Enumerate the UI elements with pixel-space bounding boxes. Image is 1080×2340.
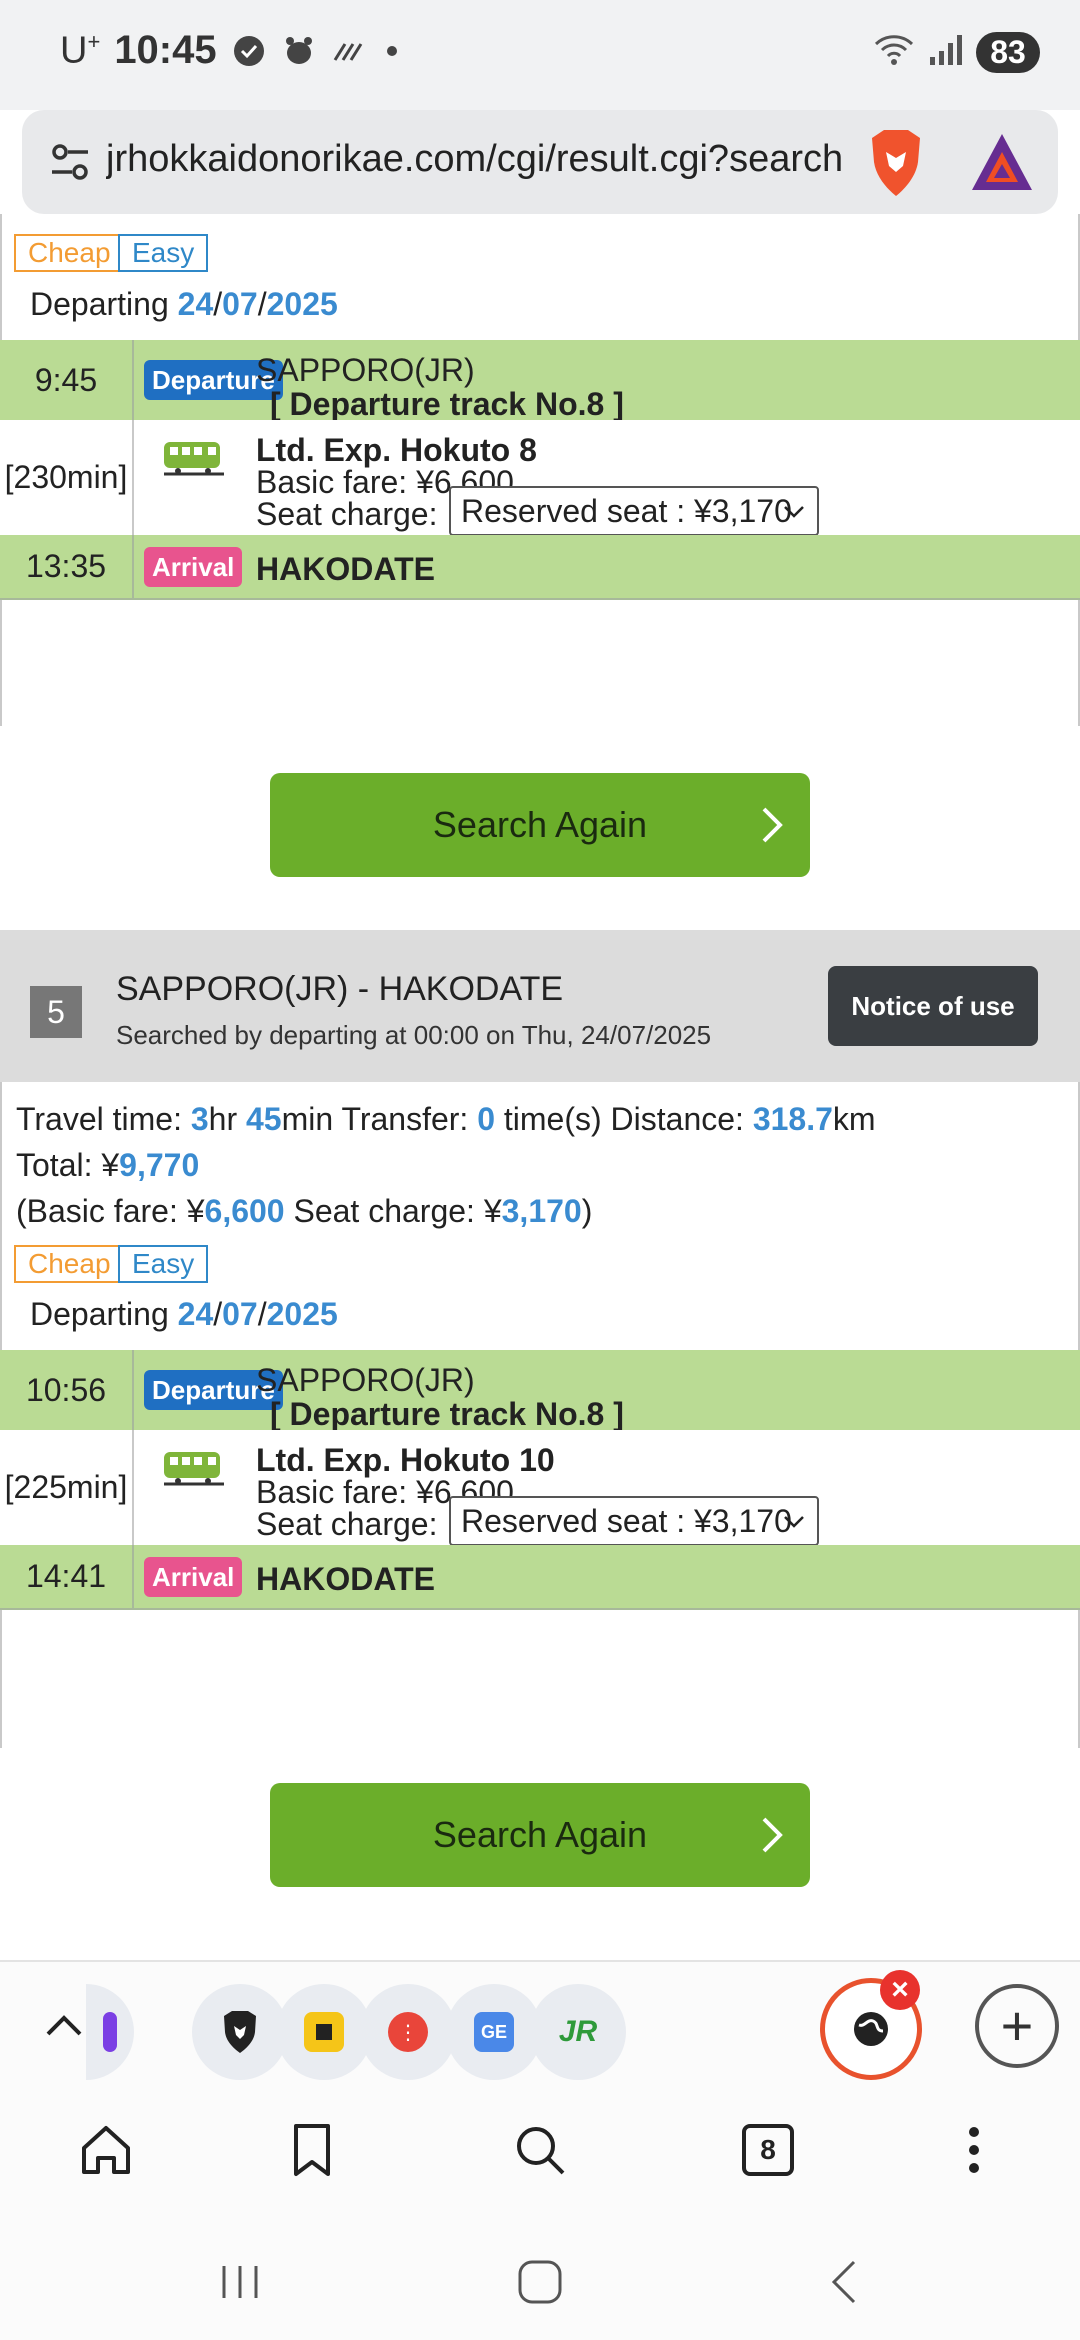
- carrier: U+: [60, 28, 101, 72]
- battery-indicator: 83: [976, 32, 1040, 73]
- arrival-station: HAKODATE: [256, 551, 435, 587]
- brave-lion-icon: [224, 2011, 256, 2053]
- results-content: Cheap Easy Departing 24/07/2025 9:45 Dep…: [0, 214, 1080, 1960]
- fare-breakdown: (Basic fare: ¥6,600 Seat charge: ¥3,170): [16, 1193, 593, 1229]
- stripes-icon: [331, 33, 367, 69]
- close-tab-icon[interactable]: ×: [880, 1970, 920, 2010]
- departure-time: 9:45: [0, 340, 134, 420]
- departure-track: [ Departure track No.8 ]: [270, 386, 624, 422]
- train-row: [230min] Ltd. Exp. Hokuto 8 Basic fare: …: [0, 420, 1080, 536]
- tag-cheap: Cheap: [14, 234, 125, 272]
- brave-rewards-icon[interactable]: [968, 130, 1036, 194]
- route-title: SAPPORO(JR) - HAKODATE: [116, 970, 564, 1008]
- status-left: U+ 10:45: [60, 28, 397, 73]
- tab-count: 8: [742, 2124, 794, 2176]
- result-number: 5: [30, 986, 82, 1038]
- tag-easy: Easy: [118, 234, 209, 272]
- red-app-icon: ⋮: [388, 2012, 428, 2052]
- search-icon[interactable]: [510, 2120, 570, 2180]
- chevron-right-icon: [762, 807, 783, 843]
- globe-icon: [854, 2012, 888, 2046]
- tab-switcher-button[interactable]: 8: [738, 2120, 798, 2180]
- search-again-button[interactable]: Search Again: [270, 1783, 810, 1887]
- search-again-button[interactable]: Search Again: [270, 773, 810, 877]
- arrival-row: 14:41 Arrival HAKODATE: [0, 1545, 1080, 1610]
- more-menu-icon[interactable]: [944, 2120, 1004, 2180]
- yellow-app-icon: [304, 2012, 344, 2052]
- departure-track: [ Departure track No.8 ]: [270, 1396, 624, 1432]
- departure-station: SAPPORO(JR): [256, 352, 475, 388]
- seat-charge-label: Seat charge:: [256, 496, 438, 532]
- bug-icon: [281, 33, 317, 69]
- status-bar: U+ 10:45 83: [0, 0, 1080, 110]
- site-settings-icon[interactable]: [46, 138, 94, 186]
- travel-line: Travel time: 3hr 45min Transfer: 0 time(…: [16, 1101, 876, 1137]
- bookmark-icon[interactable]: [282, 2120, 342, 2180]
- system-nav-bar: [0, 2210, 1080, 2340]
- tab-favicon: [103, 2012, 117, 2052]
- arrival-time: 13:35: [0, 535, 134, 598]
- departure-row: 9:45 Departure SAPPORO(JR) [ Departure t…: [0, 340, 1080, 422]
- jr-logo-icon: JR: [558, 2015, 598, 2048]
- wifi-icon: [872, 32, 916, 73]
- tab-jr[interactable]: JR: [530, 1984, 626, 2080]
- departing-date: Departing 24/07/2025: [30, 1296, 338, 1332]
- signal-icon: [928, 33, 964, 72]
- duration: [230min]: [0, 420, 134, 535]
- recent-apps-icon[interactable]: [210, 2252, 270, 2312]
- chevron-right-icon: [762, 1817, 783, 1853]
- departure-station: SAPPORO(JR): [256, 1362, 475, 1398]
- train-icon: [162, 1448, 226, 1492]
- home-icon[interactable]: [76, 2120, 136, 2180]
- chevron-up-icon[interactable]: [42, 2004, 86, 2048]
- duration: [225min]: [0, 1430, 134, 1545]
- seat-charge-select[interactable]: Reserved seat : ¥3,170: [449, 486, 819, 536]
- travel-summary: Travel time: 3hr 45min Transfer: 0 time(…: [16, 1096, 876, 1234]
- arrival-badge: Arrival: [144, 547, 243, 587]
- departing-date: Departing 24/07/2025: [30, 286, 338, 322]
- arrival-time: 14:41: [0, 1545, 134, 1608]
- result-header-5: 5 SAPPORO(JR) - HAKODATE Searched by dep…: [0, 930, 1080, 1082]
- check-circle-icon: [231, 33, 267, 69]
- browser-toolbar: 8: [0, 2090, 1080, 2210]
- chevron-down-icon: [784, 1516, 804, 1528]
- tag-easy: Easy: [118, 1245, 209, 1283]
- chevron-down-icon: [784, 506, 804, 518]
- total-line: Total: ¥9,770: [16, 1147, 200, 1183]
- tab-partial[interactable]: [86, 1984, 134, 2080]
- departure-row: 10:56 Departure SAPPORO(JR) [ Departure …: [0, 1350, 1080, 1432]
- new-tab-button[interactable]: +: [975, 1984, 1059, 2068]
- tab-strip: ⋮ GE JR × +: [0, 1960, 1080, 2090]
- departure-time: 10:56: [0, 1350, 134, 1430]
- home-nav-icon[interactable]: [510, 2252, 570, 2312]
- arrival-row: 13:35 Arrival HAKODATE: [0, 535, 1080, 600]
- status-time: 10:45: [114, 28, 217, 72]
- arrival-station: HAKODATE: [256, 1561, 435, 1597]
- seat-charge-select[interactable]: Reserved seat : ¥3,170: [449, 1496, 819, 1546]
- ge-app-icon: GE: [474, 2012, 514, 2052]
- notice-of-use-button[interactable]: Notice of use: [828, 966, 1038, 1046]
- tab-brave[interactable]: [192, 1984, 288, 2080]
- notification-dot: [386, 45, 397, 56]
- seat-charge-label: Seat charge:: [256, 1506, 438, 1542]
- tab-app-2[interactable]: [276, 1984, 372, 2080]
- tab-app-3[interactable]: ⋮: [360, 1984, 456, 2080]
- tag-cheap: Cheap: [14, 1245, 125, 1283]
- tab-app-4[interactable]: GE: [446, 1984, 542, 2080]
- status-right: 83: [872, 32, 1040, 73]
- searched-by: Searched by departing at 00:00 on Thu, 2…: [116, 1020, 712, 1050]
- train-row: [225min] Ltd. Exp. Hokuto 10 Basic fare:…: [0, 1430, 1080, 1546]
- arrival-badge: Arrival: [144, 1557, 243, 1597]
- train-icon: [162, 438, 226, 482]
- address-bar[interactable]: jrhokkaidonorikae.com/cgi/result.cgi?sea…: [22, 110, 1058, 214]
- url-text[interactable]: jrhokkaidonorikae.com/cgi/result.cgi?sea…: [106, 138, 846, 181]
- brave-shields-icon[interactable]: [864, 128, 928, 198]
- back-icon[interactable]: [816, 2252, 876, 2312]
